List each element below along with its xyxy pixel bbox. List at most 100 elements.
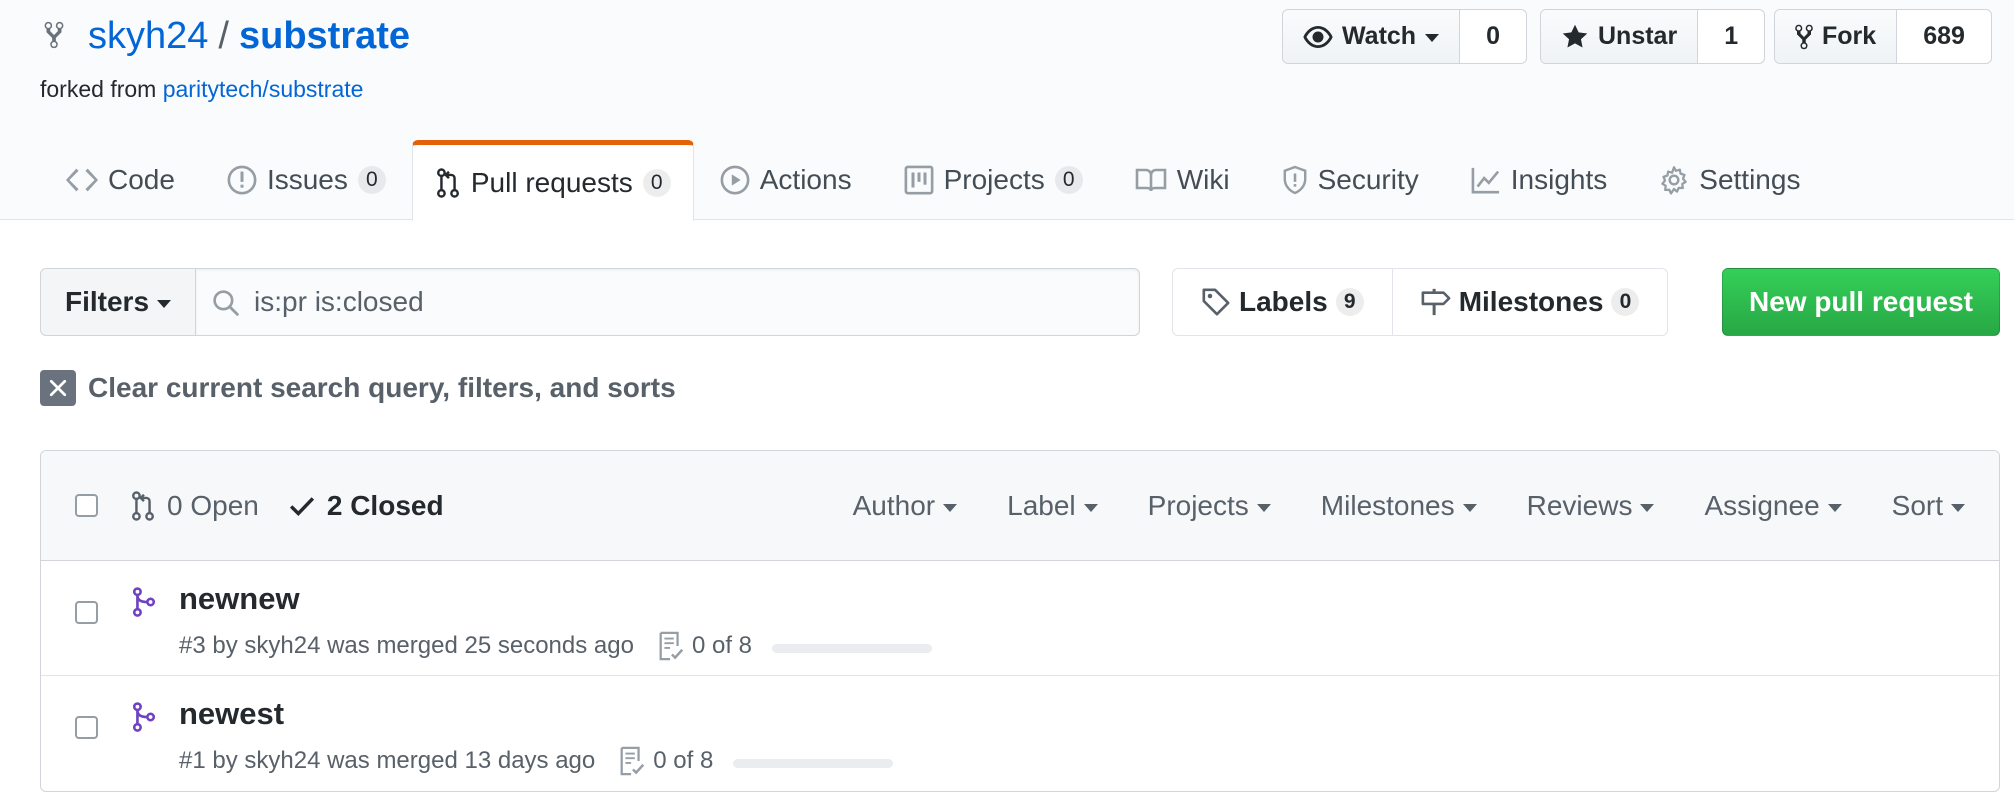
tab-security[interactable]: Security	[1256, 140, 1445, 220]
repo-owner-link[interactable]: skyh24	[88, 15, 208, 57]
task-progress-bar	[772, 643, 932, 653]
pr-meta: #1 by skyh24 was merged 13 days ago 0 of…	[179, 746, 894, 776]
search-input[interactable]	[196, 269, 1139, 335]
watch-button[interactable]: Watch	[1283, 10, 1461, 63]
task-progress-bar	[733, 758, 894, 768]
tab-settings[interactable]: Settings	[1633, 140, 1826, 220]
task-count: 0 of 8	[691, 632, 752, 659]
projects-dropdown-label: Projects	[1147, 490, 1249, 521]
book-icon	[1135, 167, 1167, 193]
chevron-down-icon	[1462, 503, 1477, 512]
filters-search-group: Filters	[40, 268, 1140, 336]
pr-meta-text: #3 by skyh24 was merged 25 seconds ago	[179, 632, 634, 659]
unstar-label: Unstar	[1598, 22, 1678, 50]
chevron-down-icon	[943, 503, 958, 512]
shield-icon	[1282, 165, 1308, 195]
list-sorters: Author Label Projects Milestones Reviews…	[853, 451, 1965, 561]
task-progress: 0 of 8	[658, 631, 932, 661]
select-all-checkbox[interactable]	[75, 494, 98, 517]
closed-filter[interactable]: 2 Closed	[289, 490, 444, 522]
tab-pull-requests-label: Pull requests	[470, 167, 633, 198]
tab-wiki-label: Wiki	[1176, 164, 1230, 195]
tab-pull-requests[interactable]: Pull requests 0	[411, 140, 694, 221]
chevron-down-icon	[1951, 503, 1965, 512]
chevron-down-icon	[1083, 503, 1098, 512]
star-count[interactable]: 1	[1698, 10, 1765, 63]
fork-button[interactable]: Fork	[1775, 10, 1898, 63]
repo-forked-icon	[1795, 23, 1813, 51]
forked-from-label: forked from	[40, 76, 157, 102]
play-icon	[720, 165, 750, 195]
watch-label: Watch	[1342, 22, 1417, 50]
tab-actions[interactable]: Actions	[694, 140, 878, 220]
label-dropdown-label: Label	[1007, 490, 1076, 521]
clear-filters-link[interactable]: Clear current search query, filters, and…	[40, 370, 676, 406]
tab-code[interactable]: Code	[40, 140, 201, 220]
row-checkbox[interactable]	[75, 716, 98, 739]
milestones-dropdown[interactable]: Milestones	[1321, 490, 1477, 522]
sort-dropdown[interactable]: Sort	[1892, 490, 1965, 522]
repo-forked-icon	[43, 20, 65, 50]
tab-issues[interactable]: Issues 0	[201, 140, 412, 220]
tag-icon	[1201, 287, 1231, 317]
git-merge-icon	[131, 702, 157, 732]
tab-pull-requests-count: 0	[642, 169, 671, 197]
pull-request-list: 0 Open 2 Closed Author Label Projects Mi…	[40, 450, 2000, 792]
list-header: 0 Open 2 Closed Author Label Projects Mi…	[41, 451, 1999, 561]
reviews-dropdown-label: Reviews	[1526, 490, 1633, 521]
labels-link[interactable]: Labels 9	[1173, 269, 1392, 335]
open-filter[interactable]: 0 Open	[131, 490, 259, 522]
assignee-dropdown[interactable]: Assignee	[1704, 490, 1842, 522]
tab-issues-count: 0	[357, 166, 386, 194]
pr-meta: #3 by skyh24 was merged 25 seconds ago 0…	[179, 631, 932, 661]
graph-icon	[1471, 166, 1501, 194]
tab-code-label: Code	[108, 164, 175, 195]
filters-button[interactable]: Filters	[40, 268, 197, 336]
unstar-button[interactable]: Unstar	[1541, 10, 1699, 63]
tab-security-label: Security	[1317, 164, 1419, 195]
check-icon	[289, 495, 315, 517]
pr-meta-text: #1 by skyh24 was merged 13 days ago	[179, 747, 596, 774]
chevron-down-icon	[1256, 503, 1271, 512]
star-icon	[1561, 23, 1589, 51]
assignee-dropdown-label: Assignee	[1704, 490, 1820, 521]
watch-count[interactable]: 0	[1460, 10, 1526, 63]
tab-insights[interactable]: Insights	[1445, 140, 1634, 220]
reviews-dropdown[interactable]: Reviews	[1527, 490, 1655, 522]
clear-filters-label: Clear current search query, filters, and…	[88, 372, 676, 403]
fork-count[interactable]: 689	[1897, 10, 1991, 63]
chevron-down-icon	[157, 299, 172, 308]
milestones-label: Milestones	[1458, 286, 1604, 317]
repo-title-separator: /	[218, 15, 229, 57]
watch-group: Watch 0	[1282, 9, 1527, 64]
git-pull-request-icon	[435, 168, 461, 198]
milestones-dropdown-label: Milestones	[1320, 490, 1455, 521]
issue-opened-icon	[227, 165, 257, 195]
close-icon	[40, 370, 76, 406]
state-filters: 0 Open 2 Closed	[131, 451, 444, 561]
labels-count: 9	[1335, 288, 1364, 316]
repo-name-link[interactable]: substrate	[239, 15, 410, 57]
tab-projects[interactable]: Projects 0	[878, 140, 1109, 220]
label-dropdown[interactable]: Label	[1007, 490, 1098, 522]
pr-title-link[interactable]: newest	[179, 696, 284, 732]
labels-milestones-group: Labels 9 Milestones 0	[1172, 268, 1669, 336]
milestones-link[interactable]: Milestones 0	[1391, 269, 1668, 335]
fork-label: Fork	[1822, 22, 1877, 50]
pr-title-link[interactable]: newnew	[179, 581, 300, 617]
eye-icon	[1303, 25, 1333, 48]
filters-label: Filters	[65, 286, 150, 317]
forked-source-link[interactable]: paritytech/substrate	[163, 76, 364, 102]
list-item: newest #1 by skyh24 was merged 13 days a…	[41, 676, 1999, 791]
fork-group: Fork 689	[1774, 9, 1992, 64]
chevron-down-icon	[1425, 34, 1440, 42]
author-dropdown[interactable]: Author	[853, 490, 958, 522]
new-pull-request-button[interactable]: New pull request	[1722, 268, 2000, 336]
projects-dropdown[interactable]: Projects	[1148, 490, 1271, 522]
repo-header: skyh24/substrate forked from paritytech/…	[0, 0, 2014, 221]
project-icon	[904, 165, 934, 195]
labels-label: Labels	[1239, 286, 1328, 317]
row-checkbox[interactable]	[75, 601, 98, 624]
open-filter-label: 0 Open	[167, 490, 259, 521]
tab-wiki[interactable]: Wiki	[1109, 140, 1256, 220]
